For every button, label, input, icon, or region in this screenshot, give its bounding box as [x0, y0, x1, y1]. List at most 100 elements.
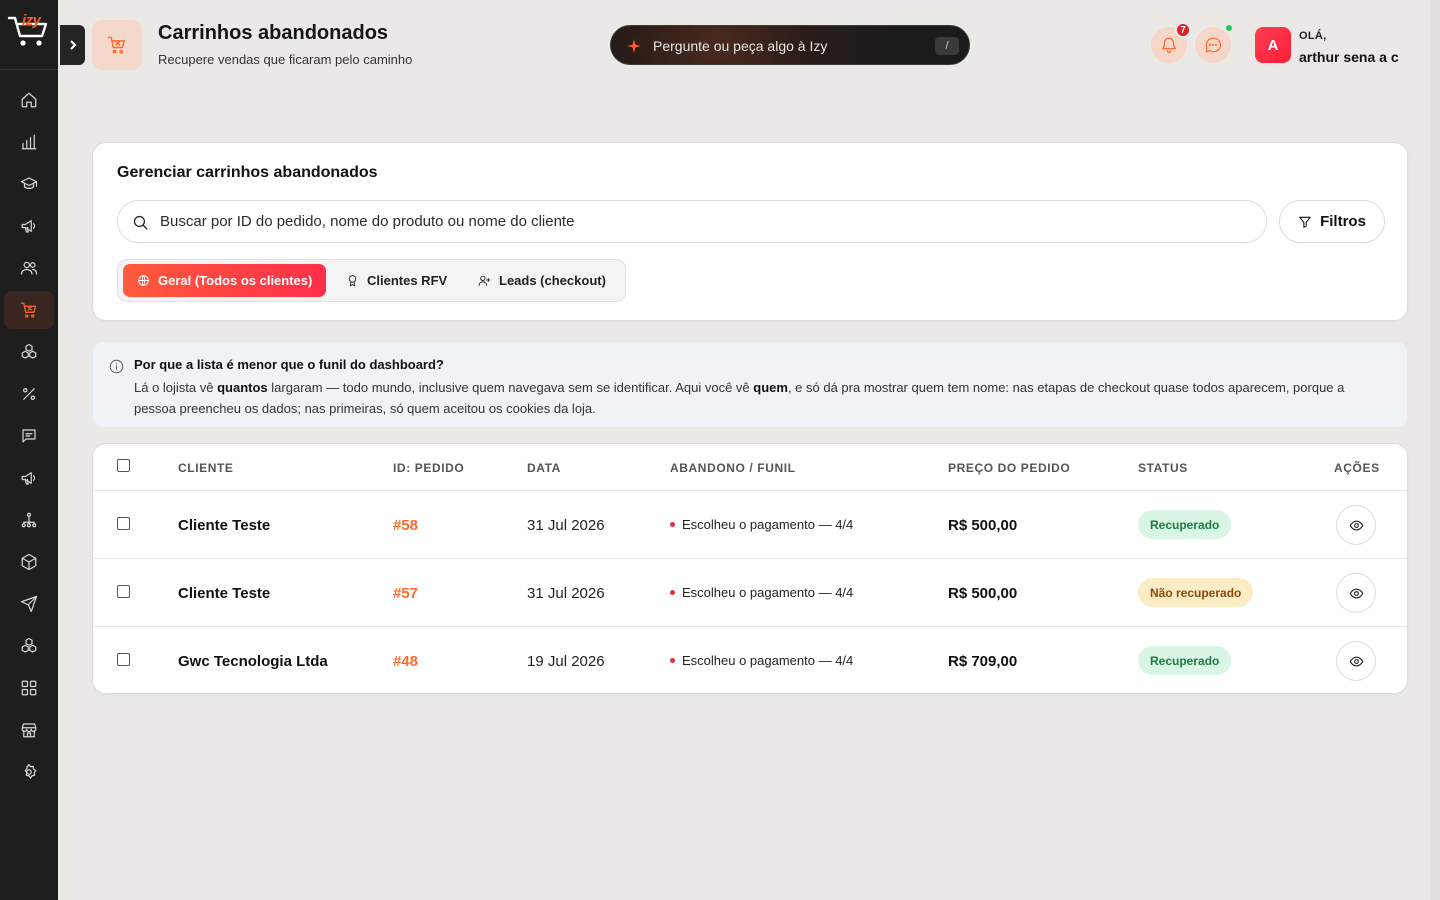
sidebar: izy	[0, 0, 58, 900]
sidebar-item-megaphone[interactable]	[4, 459, 54, 497]
sidebar-item-network[interactable]	[4, 501, 54, 539]
order-id-link[interactable]: #58	[393, 517, 418, 534]
chevron-right-icon	[69, 40, 76, 50]
order-date: 19 Jul 2026	[527, 653, 605, 670]
user-plus-icon	[478, 275, 491, 286]
tab-leads-checkout[interactable]: Leads (checkout)	[464, 264, 620, 297]
sidebar-item-cart[interactable]	[4, 291, 54, 329]
sidebar-item-grid[interactable]	[4, 669, 54, 707]
row-checkbox[interactable]	[117, 653, 130, 666]
page-scrollbar[interactable]	[1430, 0, 1440, 900]
status-badge: Recuperado	[1138, 510, 1232, 539]
notification-count-badge: 7	[1175, 22, 1191, 38]
info-text: largaram — todo mundo, inclusive quem na…	[267, 380, 754, 395]
sidebar-item-home[interactable]	[4, 81, 54, 119]
filters-card: Gerenciar carrinhos abandonados Filtros …	[92, 142, 1408, 321]
view-cart-button[interactable]	[1336, 505, 1376, 545]
avatar[interactable]: A	[1255, 27, 1291, 63]
sidebar-item-users[interactable]	[4, 249, 54, 287]
grid-icon	[21, 680, 37, 696]
eye-icon	[1349, 656, 1363, 666]
row-checkbox[interactable]	[117, 517, 130, 530]
filters-button[interactable]: Filtros	[1279, 200, 1385, 243]
filters-button-label: Filtros	[1320, 213, 1366, 230]
store-icon	[21, 723, 37, 738]
view-cart-button[interactable]	[1336, 573, 1376, 613]
view-cart-button[interactable]	[1336, 641, 1376, 681]
app-logo[interactable]: izy	[6, 10, 52, 50]
megaphone-icon	[21, 220, 36, 233]
table-row[interactable]: Gwc Tecnologia Ltda #48 19 Jul 2026 Escolhe…	[93, 627, 1407, 693]
table-row[interactable]: Cliente Teste #57 31 Jul 2026 Escolheu o pa…	[93, 559, 1407, 627]
eye-icon	[1349, 588, 1363, 598]
sidebar-item-percent[interactable]	[4, 375, 54, 413]
order-price: R$ 709,00	[948, 653, 1018, 670]
bar-chart-icon	[21, 134, 37, 150]
award-icon	[348, 275, 357, 287]
sidebar-item-megaphone[interactable]	[4, 207, 54, 245]
bell-icon	[1162, 37, 1176, 54]
order-price: R$ 500,00	[948, 585, 1018, 602]
select-all-checkbox[interactable]	[117, 459, 130, 472]
funnel-step-label: Escolheu o pagamento — 4/4	[682, 653, 854, 668]
column-header-status[interactable]: STATUS	[1138, 461, 1188, 475]
sidebar-item-graduation-cap[interactable]	[4, 165, 54, 203]
tab-general[interactable]: Geral (Todos os clientes)	[123, 264, 327, 297]
column-header-funnel[interactable]: ABANDONO / FUNIL	[670, 461, 796, 475]
sidebar-item-store[interactable]	[4, 711, 54, 749]
status-badge: Não recuperado	[1138, 578, 1254, 607]
sidebar-item-package[interactable]	[4, 543, 54, 581]
order-date: 31 Jul 2026	[527, 517, 605, 534]
sidebar-toggle-button[interactable]	[60, 25, 85, 65]
search-icon	[133, 215, 148, 230]
home-icon	[21, 92, 37, 108]
online-status-dot	[1225, 24, 1233, 32]
sidebar-item-gear[interactable]	[4, 753, 54, 791]
sidebar-item-boxes[interactable]	[4, 333, 54, 371]
client-name: Cliente Teste	[178, 517, 271, 534]
tab-label: Clientes RFV	[367, 273, 448, 288]
info-title: Por que a lista é menor que o funil do d…	[134, 357, 444, 372]
column-header-client[interactable]: CLIENTE	[178, 461, 234, 475]
search-input[interactable]	[160, 201, 1250, 242]
status-badge: Recuperado	[1138, 646, 1232, 675]
ai-assistant-placeholder: Pergunte ou peça algo à Izy	[653, 38, 828, 54]
column-header-price[interactable]: PREÇO DO PEDIDO	[948, 461, 1070, 475]
chat-icon	[1205, 37, 1222, 53]
filters-card-title: Gerenciar carrinhos abandonados	[117, 164, 378, 181]
page-icon	[92, 20, 142, 70]
tab-rfv-clients[interactable]: Clientes RFV	[332, 264, 461, 297]
table-header: CLIENTE ID: PEDIDO DATA ABANDONO / FUNIL…	[93, 444, 1407, 491]
info-callout: Por que a lista é menor que o funil do d…	[92, 341, 1408, 428]
client-name: Cliente Teste	[178, 585, 271, 602]
percent-icon	[23, 388, 36, 401]
table-row[interactable]: Cliente Teste #58 31 Jul 2026 Escolheu o pa…	[93, 491, 1407, 559]
user-name[interactable]: arthur sena a c	[1299, 49, 1399, 65]
sidebar-item-message[interactable]	[4, 417, 54, 455]
tab-label: Leads (checkout)	[499, 273, 606, 288]
segment-tabs: Geral (Todos os clientes) Clientes RFV L…	[117, 259, 626, 302]
sidebar-item-send[interactable]	[4, 585, 54, 623]
sparkle-icon	[627, 39, 641, 53]
order-id-link[interactable]: #48	[393, 653, 418, 670]
sidebar-item-boxes[interactable]	[4, 627, 54, 665]
column-header-actions: AÇÕES	[1334, 461, 1380, 475]
messages-button[interactable]	[1195, 24, 1233, 63]
sidebar-item-bar-chart[interactable]	[4, 123, 54, 161]
funnel-step: Escolheu o pagamento — 4/4	[670, 653, 853, 668]
funnel-step-label: Escolheu o pagamento — 4/4	[682, 517, 854, 532]
client-name: Gwc Tecnologia Ltda	[178, 653, 328, 670]
info-emphasis: quantos	[217, 380, 268, 395]
row-checkbox[interactable]	[117, 585, 130, 598]
message-icon	[22, 429, 36, 443]
notifications-button[interactable]: 7	[1151, 22, 1191, 63]
search-box	[117, 200, 1267, 243]
funnel-dot	[670, 590, 675, 595]
column-header-order-id[interactable]: ID: PEDIDO	[393, 461, 464, 475]
info-icon	[109, 359, 124, 374]
page-title: Carrinhos abandonados	[158, 22, 389, 44]
ai-assistant-input[interactable]: Pergunte ou peça algo à Izy /	[610, 25, 970, 65]
funnel-step: Escolheu o pagamento — 4/4	[670, 517, 853, 532]
order-id-link[interactable]: #57	[393, 585, 418, 602]
column-header-date[interactable]: DATA	[527, 461, 561, 475]
